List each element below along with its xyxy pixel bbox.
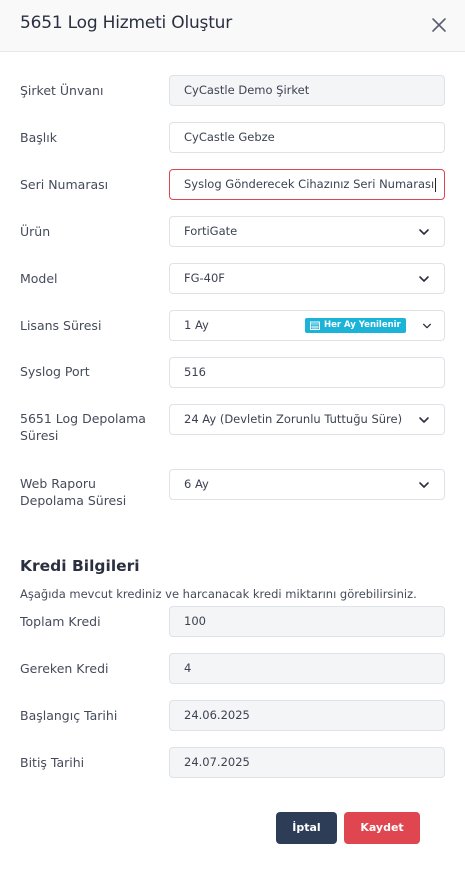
- cancel-button[interactable]: İptal: [276, 812, 337, 844]
- end-date-label: Bitiş Tarihi: [20, 755, 85, 770]
- chevron-down-icon: [418, 273, 430, 285]
- start-date-label: Başlangıç Tarihi: [20, 708, 118, 723]
- end-date-field: 24.07.2025: [169, 747, 445, 778]
- syslog-port-label: Syslog Port: [20, 364, 90, 379]
- syslog-port-value: 516: [184, 365, 206, 379]
- renewal-badge: Her Ay Yenilenir: [305, 318, 406, 333]
- credit-section-title: Kredi Bilgileri: [20, 557, 140, 575]
- end-date-value: 24.07.2025: [184, 755, 250, 769]
- chevron-down-icon: [418, 414, 430, 426]
- chevron-down-icon: [418, 479, 430, 491]
- required-credit-field: 4: [169, 653, 445, 684]
- serial-input[interactable]: Syslog Gönderecek Cihazınız Seri Numaras…: [169, 169, 445, 200]
- company-field: CyCastle Demo Şirket: [169, 75, 445, 106]
- web-report-label-line1: Web Raporu: [20, 476, 96, 491]
- company-value: CyCastle Demo Şirket: [184, 83, 310, 97]
- company-label: Şirket Ünvanı: [20, 83, 104, 98]
- log-storage-label-line2: Süresi: [20, 428, 59, 443]
- web-report-label-line2: Depolama Süresi: [20, 493, 127, 508]
- start-date-value: 24.06.2025: [184, 708, 250, 722]
- log-storage-label-line1: 5651 Log Depolama: [20, 411, 146, 426]
- save-button[interactable]: Kaydet: [344, 812, 420, 844]
- model-value: FG-40F: [184, 271, 225, 285]
- heading-input[interactable]: CyCastle Gebze: [169, 122, 445, 153]
- calendar-icon: [310, 321, 320, 330]
- close-icon[interactable]: [426, 12, 452, 38]
- total-credit-field: 100: [169, 606, 445, 637]
- license-select[interactable]: 1 Ay Her Ay Yenilenir: [169, 310, 445, 341]
- start-date-field: 24.06.2025: [169, 700, 445, 731]
- heading-value: CyCastle Gebze: [184, 130, 275, 144]
- web-report-value: 6 Ay: [184, 477, 209, 491]
- log-storage-select[interactable]: 24 Ay (Devletin Zorunlu Tuttuğu Süre): [169, 404, 445, 435]
- dialog-header: 5651 Log Hizmeti Oluştur: [0, 0, 465, 52]
- total-credit-label: Toplam Kredi: [20, 614, 101, 629]
- web-report-label: Web Raporu Depolama Süresi: [20, 475, 126, 509]
- product-select[interactable]: FortiGate: [169, 216, 445, 247]
- license-label: Lisans Süresi: [20, 318, 102, 333]
- web-report-select[interactable]: 6 Ay: [169, 469, 445, 500]
- log-storage-value: 24 Ay (Devletin Zorunlu Tuttuğu Süre): [184, 412, 403, 426]
- license-value: 1 Ay: [184, 318, 209, 332]
- chevron-down-icon: [422, 321, 432, 331]
- syslog-port-input[interactable]: 516: [169, 357, 445, 388]
- credit-section-description: Aşağıda mevcut krediniz ve harcanacak kr…: [20, 587, 417, 601]
- log-storage-label: 5651 Log Depolama Süresi: [20, 410, 146, 444]
- product-label: Ürün: [20, 224, 51, 239]
- chevron-down-icon: [418, 226, 430, 238]
- renewal-badge-label: Her Ay Yenilenir: [324, 320, 401, 330]
- dialog-title: 5651 Log Hizmeti Oluştur: [20, 13, 233, 33]
- model-label: Model: [20, 271, 58, 286]
- heading-label: Başlık: [20, 130, 57, 145]
- total-credit-value: 100: [184, 614, 206, 628]
- serial-value: Syslog Gönderecek Cihazınız Seri Numaras…: [184, 177, 435, 191]
- model-select[interactable]: FG-40F: [169, 263, 445, 294]
- text-cursor: [435, 177, 437, 192]
- required-credit-value: 4: [184, 661, 192, 675]
- serial-label: Seri Numarası: [20, 177, 109, 192]
- product-value: FortiGate: [184, 224, 238, 238]
- required-credit-label: Gereken Kredi: [20, 661, 109, 676]
